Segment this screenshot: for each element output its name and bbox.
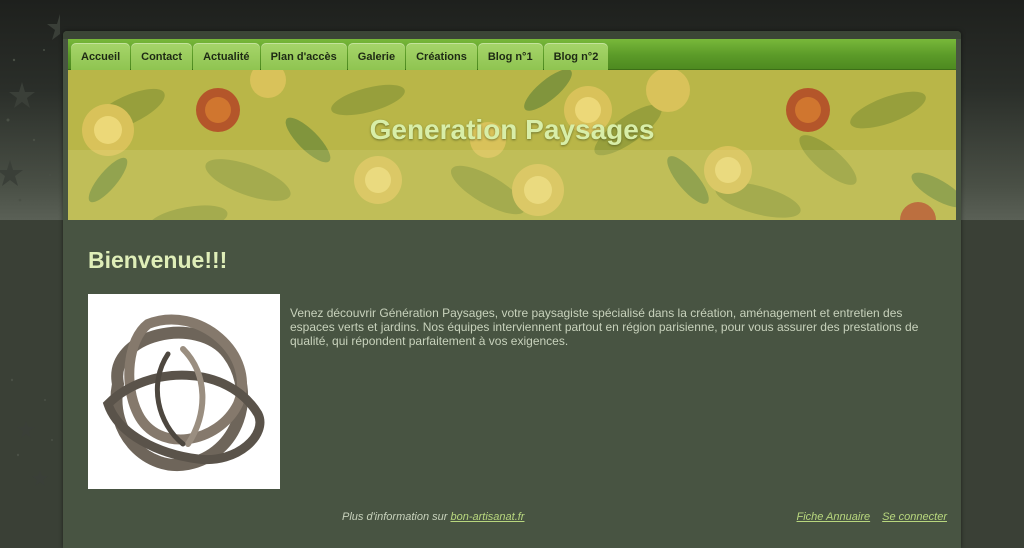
nav-item-actualite[interactable]: Actualité	[193, 43, 260, 70]
nav-item-label: Contact	[141, 50, 183, 63]
fiche-annuaire-link[interactable]: Fiche Annuaire	[797, 511, 871, 523]
footer: Plus d'information sur bon-artisanat.fr …	[63, 509, 961, 529]
nav-item-contact[interactable]: Contact	[131, 43, 193, 70]
bon-artisanat-link[interactable]: bon-artisanat.fr	[450, 511, 524, 523]
main-navigation: Accueil Contact Actualité Plan d'accès G…	[68, 39, 956, 70]
nav-item-galerie[interactable]: Galerie	[347, 43, 406, 70]
nav-item-label: Créations	[416, 50, 467, 63]
site-title[interactable]: Generation Paysages	[68, 114, 956, 146]
nav-item-label: Plan d'accès	[270, 50, 337, 63]
nav-item-label: Actualité	[203, 50, 250, 63]
page-container: Accueil Contact Actualité Plan d'accès G…	[63, 31, 961, 548]
nav-item-label: Galerie	[357, 50, 396, 63]
banner-band	[68, 150, 956, 220]
page-title: Bienvenue!!!	[88, 247, 228, 273]
more-info-text: Plus d'information sur	[342, 511, 451, 523]
intro-paragraph: Venez découvrir Génération Paysages, vot…	[290, 306, 919, 348]
more-info: Plus d'information sur bon-artisanat.fr	[342, 511, 524, 523]
nav-item-creations[interactable]: Créations	[406, 43, 477, 70]
nav-item-label: Accueil	[81, 50, 121, 63]
nav-item-plan-acces[interactable]: Plan d'accès	[260, 43, 347, 70]
header-banner: Generation Paysages	[68, 70, 956, 220]
nav-list: Accueil Contact Actualité Plan d'accès G…	[71, 43, 609, 70]
page-top-strip	[63, 31, 961, 39]
footer-links: Fiche Annuaire Se connecter	[788, 511, 947, 523]
nav-item-label: Blog n°1	[487, 50, 533, 63]
nav-item-accueil[interactable]: Accueil	[71, 43, 131, 70]
se-connecter-link[interactable]: Se connecter	[882, 511, 947, 523]
featured-image	[88, 294, 280, 489]
nav-item-blog-2[interactable]: Blog n°2	[543, 43, 609, 70]
metal-sculpture-image	[88, 294, 280, 489]
nav-item-label: Blog n°2	[553, 50, 599, 63]
decorative-stars	[0, 14, 60, 486]
nav-item-blog-1[interactable]: Blog n°1	[477, 43, 543, 70]
